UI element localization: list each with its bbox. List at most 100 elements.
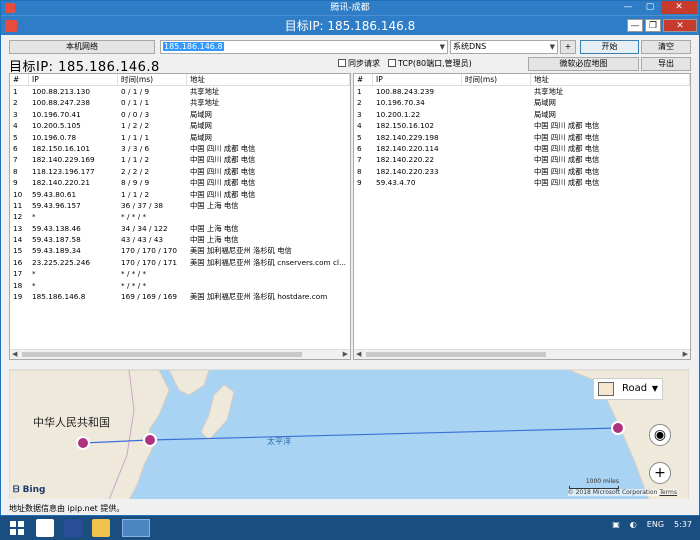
hop-address: 局域网 [190,121,212,131]
route-marker[interactable] [143,433,157,447]
route-marker[interactable] [76,436,90,450]
dns-select[interactable]: 系统DNS ▼ [450,40,558,54]
export-button[interactable]: 导出 [641,57,691,71]
table-row[interactable]: 6 182.150.16.101 3 / 3 / 6 中国 四川 成都 电信 [10,143,350,154]
hop-ip: 10.196.0.78 [32,132,77,142]
hop-address: 美国 加利福尼亚州 洛杉矶 电信 [190,246,292,256]
table-row[interactable]: 9 182.140.220.21 8 / 9 / 9 中国 四川 成都 电信 [10,177,350,188]
table-row[interactable]: 11 59.43.96.157 36 / 37 / 38 中国 上海 电信 [10,200,350,211]
col-header-time[interactable]: 时间(ms) [462,74,531,85]
tcp-checkbox[interactable]: TCP(80端口,管理员) [388,59,472,69]
add-button[interactable]: + [560,40,576,54]
hop-address [187,280,350,291]
table-row[interactable]: 3 10.200.1.22 局域网 [354,109,690,120]
hop-time: 0 / 1 / 9 [121,87,150,96]
restore-inner-icon[interactable]: ❐ [645,19,661,32]
hop-time: 34 / 34 / 122 [121,223,168,233]
horizontal-scrollbar[interactable]: ◀ ▶ [354,349,690,359]
minimize-icon[interactable]: — [617,1,639,14]
checkbox-icon [338,59,346,67]
table-row[interactable]: 5 10.196.0.78 1 / 1 / 1 局域网 [10,132,350,143]
table-row[interactable]: 8 182.140.220.233 中国 四川 成都 电信 [354,166,690,177]
table-row[interactable]: 7 182.140.220.22 中国 四川 成都 电信 [354,154,690,165]
target-ip-input[interactable]: 185.186.146.8 ▼ [160,40,448,54]
col-header-ip[interactable]: IP [373,74,462,85]
hop-number: 3 [13,109,18,119]
server-manager-icon[interactable] [36,519,54,537]
col-header-address[interactable]: 地址 [531,74,690,85]
table-row[interactable]: 16 23.225.225.246 170 / 170 / 171 美国 加利福尼亚州… [10,257,350,268]
hop-address: 中国 四川 成都 电信 [190,155,256,165]
table-row[interactable]: 12 * * / * / * [10,211,350,222]
col-header-ip[interactable]: IP [29,74,118,85]
chevron-down-icon[interactable]: ▼ [440,41,445,53]
table-row[interactable]: 10 59.43.80.61 1 / 1 / 2 中国 四川 成都 电信 [10,189,350,200]
table-row[interactable]: 3 10.196.70.41 0 / 0 / 3 局域网 [10,109,350,120]
hop-ip: 59.43.138.46 [32,223,81,233]
table-row[interactable]: 8 118.123.196.177 2 / 2 / 2 中国 四川 成都 电信 [10,166,350,177]
table-row[interactable]: 17 * * / * / * [10,268,350,279]
file-explorer-icon[interactable] [92,519,110,537]
col-header-address[interactable]: 地址 [187,74,350,85]
sync-request-checkbox[interactable]: 同步请求 [338,59,380,69]
scroll-right-icon[interactable]: ▶ [683,350,688,358]
table-row[interactable]: 4 10.200.5.105 1 / 2 / 2 局域网 [10,120,350,131]
volume-icon[interactable]: ◐ [630,520,637,529]
table-row[interactable]: 14 59.43.187.58 43 / 43 / 43 中国 上海 电信 [10,234,350,245]
hop-number: 1 [357,87,362,96]
hop-ip: 182.140.229.169 [32,155,95,165]
clock[interactable]: 5:37 [674,520,692,529]
minimize-inner-icon[interactable]: — [627,19,643,32]
terms-link[interactable]: Terms [659,489,677,496]
table-row[interactable]: 4 182.150.16.102 中国 四川 成都 电信 [354,120,690,131]
network-icon[interactable]: ▣ [612,520,620,529]
zoom-in-icon[interactable]: + [649,462,671,484]
active-app-icon[interactable] [122,519,150,537]
table-row[interactable]: 1 100.88.213.130 0 / 1 / 9 共享地址 [10,86,350,97]
hop-number: 17 [13,269,23,279]
map-copyright: © 2018 Microsoft Corporation Terms [567,489,677,496]
route-marker[interactable] [611,421,625,435]
korea-landmass [168,370,210,396]
table-row[interactable]: 15 59.43.189.34 170 / 170 / 170 美国 加利福尼亚州 洛… [10,245,350,256]
close-icon[interactable]: ✕ [661,1,697,14]
language-indicator[interactable]: ENG [647,520,664,529]
chevron-down-icon[interactable]: ▼ [550,41,555,53]
table-row[interactable]: 1 100.88.243.239 共享地址 [354,86,690,97]
table-row[interactable]: 2 10.196.70.34 局域网 [354,97,690,108]
table-row[interactable]: 6 182.140.220.114 中国 四川 成都 电信 [354,143,690,154]
scroll-left-icon[interactable]: ◀ [356,350,361,358]
hop-number: 8 [13,166,18,176]
table-row[interactable]: 13 59.43.138.46 34 / 34 / 122 中国 上海 电信 [10,223,350,234]
bing-map-button[interactable]: 微软必应地图 [528,57,639,71]
windows-start-icon[interactable] [8,519,26,537]
horizontal-scrollbar[interactable]: ◀ ▶ [10,349,350,359]
clear-button[interactable]: 清空 [641,40,691,54]
trace-table-left[interactable]: # IP 时间(ms) 地址 1 100.88.213.130 0 / 1 / 9 共… [9,73,351,360]
route-map[interactable]: 中华人民共和国 太平洋 Road ▼ ◉ + ᗷ Bing 1000 miles… [9,369,689,499]
hop-time [462,166,531,177]
powershell-icon[interactable] [64,519,82,537]
ocean-label: 太平洋 [267,437,291,446]
col-header-num[interactable]: # [10,74,29,85]
local-network-button[interactable]: 本机网络 [9,40,155,54]
table-row[interactable]: 2 100.88.247.238 0 / 1 / 1 共享地址 [10,97,350,108]
locate-icon[interactable]: ◉ [649,424,671,446]
trace-table-right[interactable]: # IP 时间(ms) 地址 1 100.88.243.239 共享地址 2 10.19… [353,73,691,360]
table-row[interactable]: 18 * * / * / * [10,280,350,291]
table-row[interactable]: 5 182.140.229.198 中国 四川 成都 电信 [354,132,690,143]
table-row[interactable]: 9 59.43.4.70 中国 四川 成都 电信 [354,177,690,188]
maximize-icon[interactable]: ▢ [639,1,661,14]
close-inner-icon[interactable]: ✕ [663,19,697,32]
map-style-select[interactable]: Road ▼ [593,378,663,400]
scroll-left-icon[interactable]: ◀ [12,350,17,358]
table-row[interactable]: 7 182.140.229.169 1 / 1 / 2 中国 四川 成都 电信 [10,154,350,165]
scroll-thumb[interactable] [366,352,546,357]
hop-time: 0 / 0 / 3 [121,109,150,119]
start-button[interactable]: 开始 [580,40,639,54]
table-row[interactable]: 19 185.186.146.8 169 / 169 / 169 美国 加利福尼亚州 … [10,291,350,302]
col-header-num[interactable]: # [354,74,373,85]
scroll-thumb[interactable] [22,352,302,357]
scroll-right-icon[interactable]: ▶ [343,350,348,358]
col-header-time[interactable]: 时间(ms) [118,74,187,85]
